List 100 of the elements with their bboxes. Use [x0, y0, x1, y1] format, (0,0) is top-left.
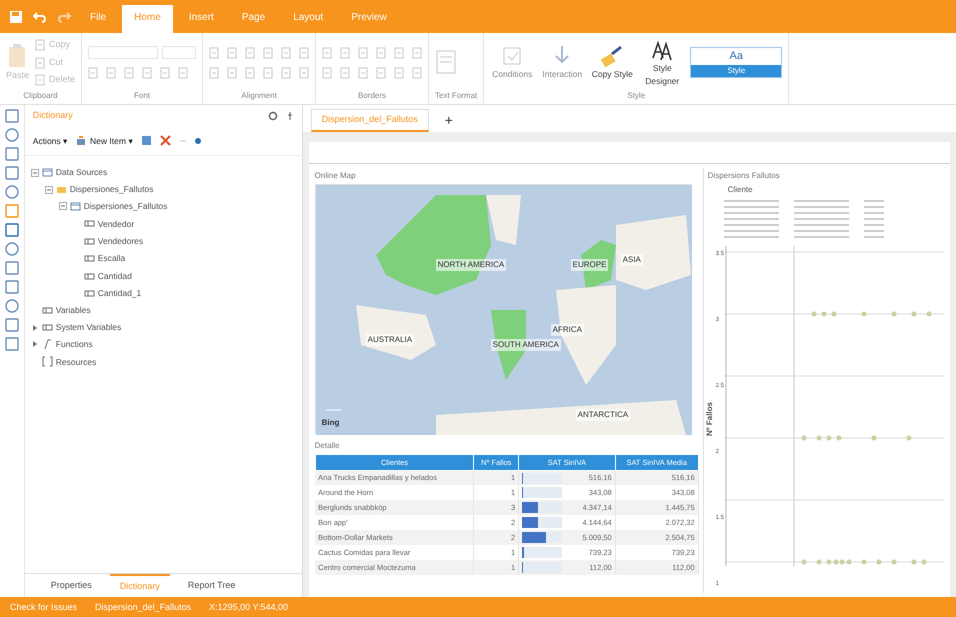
align-icon[interactable]	[281, 46, 292, 58]
continent-label: EUROPE	[570, 258, 608, 270]
panel-title: Detalle	[314, 440, 341, 452]
column-icon	[84, 288, 95, 299]
column-icon	[42, 322, 53, 333]
tree-item[interactable]: Cantidad	[72, 268, 132, 284]
align-icon[interactable]	[209, 66, 220, 78]
delete-icon[interactable]	[160, 135, 172, 146]
ribbon-group-title: Alignment	[240, 90, 278, 102]
align-icon[interactable]	[245, 66, 256, 78]
align-icon[interactable]	[209, 46, 220, 58]
border-icon[interactable]	[412, 46, 422, 58]
border-icon[interactable]	[412, 66, 422, 78]
border-icon[interactable]	[322, 66, 332, 78]
expand-icon[interactable]	[30, 324, 39, 332]
align-icon[interactable]	[245, 46, 256, 58]
tree-item[interactable]: Dispersiones_Fallutos	[44, 181, 154, 198]
border-icon[interactable]	[322, 46, 332, 58]
square-icon[interactable]	[4, 280, 19, 294]
clipboard-icon[interactable]	[35, 74, 46, 86]
tree-item[interactable]: Cantidad_1	[72, 285, 142, 302]
database-icon	[42, 167, 53, 178]
border-icon[interactable]	[340, 46, 350, 58]
clipboard-icon[interactable]	[35, 56, 46, 68]
style-tool-button[interactable]: Style Designer	[640, 38, 684, 88]
function-icon	[42, 338, 53, 350]
undo-icon[interactable]	[33, 10, 47, 24]
status-text: X:1295,00 Y:544,00	[209, 601, 288, 614]
align-icon[interactable]	[227, 66, 238, 78]
tree-item[interactable]: Escalla	[72, 250, 126, 267]
align-icon[interactable]	[263, 46, 274, 58]
actions-dropdown[interactable]: Actions ▾	[32, 134, 68, 148]
ribbon-group-title: Text Format	[435, 90, 478, 102]
continent-label: AFRICA	[550, 324, 584, 336]
format-icon[interactable]	[160, 67, 170, 79]
tree-item[interactable]: Variables	[30, 302, 91, 320]
collapse-icon[interactable]	[30, 168, 39, 177]
expand-icon[interactable]	[30, 340, 39, 348]
align-icon[interactable]	[299, 66, 310, 78]
panel-title: Dispersions Fallutos	[706, 170, 781, 182]
text-format-icon[interactable]	[435, 48, 458, 76]
tree-item[interactable]: Data Sources	[30, 164, 108, 181]
column-icon	[84, 236, 95, 247]
font-name-field[interactable]	[88, 46, 158, 59]
format-icon[interactable]	[106, 67, 116, 79]
panel-tab[interactable]: Properties	[40, 574, 102, 597]
folder-icon	[56, 184, 67, 195]
continent-label: SOUTH AMERICA	[490, 338, 561, 350]
style-sample[interactable]: Aa	[691, 48, 782, 65]
style-tool-button[interactable]: Copy Style	[590, 44, 634, 81]
column-icon	[42, 305, 53, 316]
resource-icon	[42, 356, 53, 368]
new-item-dropdown[interactable]: New Item ▾	[76, 134, 134, 148]
border-icon[interactable]	[376, 66, 386, 78]
axis-label: Nº Fallos	[704, 402, 715, 436]
format-icon[interactable]	[142, 67, 152, 79]
tree-item[interactable]: Resources	[30, 354, 96, 370]
ribbon-group-title: Font	[133, 90, 152, 102]
ribbon-group-title: Clipboard	[22, 90, 59, 102]
border-icon[interactable]	[340, 66, 350, 78]
collapse-icon[interactable]	[58, 202, 67, 210]
ribbon-group-title: Style	[626, 90, 646, 102]
tree-item[interactable]: Vendedores	[72, 232, 144, 250]
tree-item[interactable]: Functions	[30, 336, 93, 353]
align-icon[interactable]	[281, 66, 292, 78]
collapse-icon[interactable]	[44, 186, 53, 194]
border-icon[interactable]	[376, 46, 386, 58]
panel-tab[interactable]: Report Tree	[178, 574, 246, 597]
settings-icon[interactable]	[268, 110, 278, 121]
clipboard-icon[interactable]	[35, 39, 46, 51]
new-item-icon	[76, 136, 86, 146]
brush-icon	[600, 44, 624, 68]
format-icon[interactable]	[88, 67, 98, 79]
format-icon[interactable]	[178, 67, 188, 79]
tree-item[interactable]: System Variables	[30, 319, 122, 336]
redo-icon[interactable]	[57, 10, 71, 24]
panel-title: Online Map	[314, 170, 357, 182]
border-icon[interactable]	[394, 66, 404, 78]
ribbon-group-title: Borders	[357, 90, 388, 102]
add-tab-button[interactable]: +	[444, 110, 453, 131]
align-icon[interactable]	[227, 46, 238, 58]
column-icon	[84, 218, 95, 230]
continent-label: NORTH AMERICA	[436, 258, 506, 270]
align-icon[interactable]	[299, 46, 310, 58]
tree-item[interactable]: Dispersiones_Fallutos	[58, 198, 168, 215]
tree-item[interactable]: Vendedor	[72, 216, 134, 232]
border-icon[interactable]	[358, 66, 368, 78]
continent-label: AUSTRALIA	[366, 334, 414, 346]
column-icon	[84, 253, 95, 264]
align-icon[interactable]	[263, 66, 274, 78]
status-text: Dispersion_del_Fallutos	[95, 601, 192, 614]
format-icon[interactable]	[124, 67, 134, 79]
map-attribution: Bing	[322, 416, 340, 428]
save-icon[interactable]	[9, 10, 23, 24]
border-icon[interactable]	[394, 46, 404, 58]
font-size-field[interactable]	[162, 46, 196, 59]
dot-icon[interactable]	[195, 138, 202, 144]
legend-title: Cliente	[726, 184, 754, 196]
border-icon[interactable]	[358, 46, 368, 58]
map-view[interactable]: NORTH AMERICA EUROPE ASIA AFRICA SOUTH AMERICA AUSTRALIA ANTARCTICA Bing	[314, 184, 691, 434]
